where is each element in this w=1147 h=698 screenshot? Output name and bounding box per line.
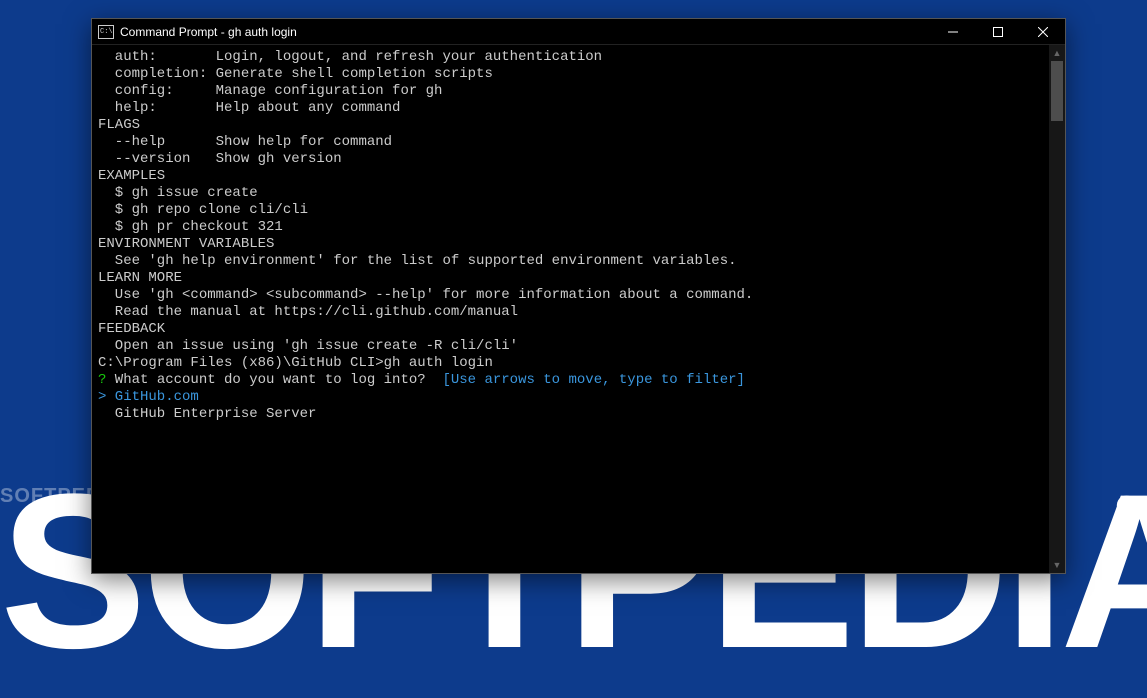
scroll-up-icon[interactable]: ▲ (1049, 45, 1065, 61)
scroll-down-icon[interactable]: ▼ (1049, 557, 1065, 573)
window-controls (930, 19, 1065, 45)
window-title: Command Prompt - gh auth login (120, 25, 297, 39)
scrollbar[interactable]: ▲ ▼ (1049, 45, 1065, 573)
watermark-right: ® (1116, 490, 1137, 522)
command-prompt-window: Command Prompt - gh auth login auth: Log… (91, 18, 1066, 574)
terminal-output[interactable]: auth: Login, logout, and refresh your au… (92, 45, 1049, 573)
minimize-button[interactable] (930, 19, 975, 45)
titlebar[interactable]: Command Prompt - gh auth login (92, 19, 1065, 45)
terminal-area: auth: Login, logout, and refresh your au… (92, 45, 1065, 573)
cmd-icon (98, 25, 114, 39)
maximize-button[interactable] (975, 19, 1020, 45)
close-button[interactable] (1020, 19, 1065, 45)
scroll-thumb[interactable] (1051, 61, 1063, 121)
